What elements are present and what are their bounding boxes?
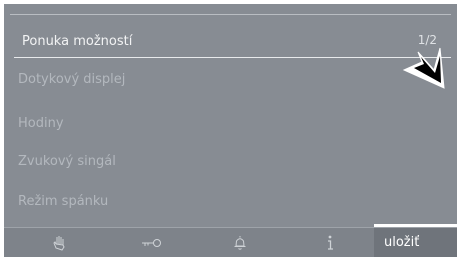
menu-item-clock[interactable]: Hodiny <box>18 116 64 131</box>
hand-touch-icon[interactable] <box>48 232 72 254</box>
menu-item-sound-signal[interactable]: Zvukový singál <box>18 154 116 169</box>
menu-item-sleep-mode[interactable]: Režim spánku <box>18 194 108 209</box>
appliance-display: Ponuka možností 1/2 Dotykový displej Hod… <box>4 4 457 257</box>
info-icon[interactable] <box>318 232 342 254</box>
pointer-arrow-icon <box>402 47 445 89</box>
save-button-label: uložiť <box>384 235 420 250</box>
save-button[interactable]: uložiť <box>374 224 457 257</box>
menu-item-touch-display[interactable]: Dotykový displej <box>18 72 125 87</box>
page-title: Ponuka možností <box>22 34 133 49</box>
bell-icon[interactable] <box>228 232 252 254</box>
key-icon[interactable] <box>140 232 164 254</box>
save-indicator-line <box>374 224 457 227</box>
options-menu-header[interactable]: Ponuka možností 1/2 <box>14 24 451 58</box>
top-divider <box>10 14 451 15</box>
header-divider <box>14 57 451 58</box>
bottom-bar: uložiť <box>4 224 457 257</box>
